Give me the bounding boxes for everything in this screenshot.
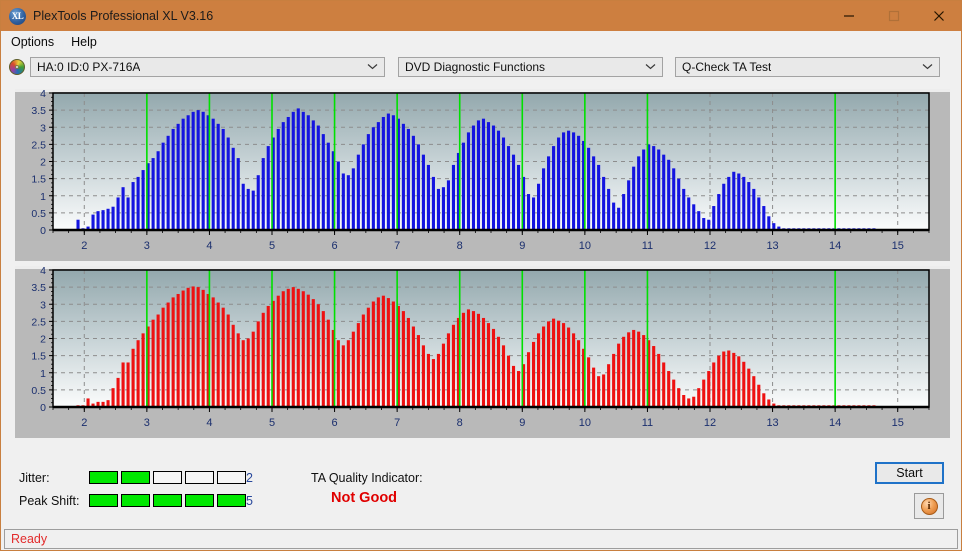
svg-text:13: 13 (766, 417, 778, 429)
svg-text:6: 6 (332, 417, 338, 429)
disc-icon (9, 58, 25, 75)
info-icon: i (920, 497, 938, 515)
svg-text:4: 4 (40, 266, 46, 277)
close-icon[interactable] (916, 1, 961, 31)
ta-quality-label: TA Quality Indicator: (311, 471, 423, 485)
svg-text:0: 0 (40, 225, 46, 237)
svg-text:3: 3 (40, 122, 46, 134)
svg-text:8: 8 (457, 240, 463, 252)
svg-text:7: 7 (394, 417, 400, 429)
chevron-down-icon (645, 58, 656, 76)
svg-text:11: 11 (642, 240, 653, 252)
maximize-icon[interactable] (871, 1, 916, 31)
window-controls (826, 1, 961, 31)
start-button[interactable]: Start (875, 462, 944, 484)
svg-text:2: 2 (40, 157, 46, 169)
meter-segment (121, 494, 150, 507)
meter-segment (121, 471, 150, 484)
chevron-down-icon (922, 58, 933, 76)
function-select-value: DVD Diagnostic Functions (405, 59, 546, 74)
svg-text:10: 10 (579, 240, 591, 252)
svg-text:15: 15 (892, 417, 904, 429)
chart-svg-leading-edge: 0 0.5 1 1.5 2 2.5 3 3.5 4 2 3 4 5 6 7 8 9 10 11 12 13 14 15 (15, 89, 950, 261)
svg-text:9: 9 (519, 417, 525, 429)
meter-segment (153, 494, 182, 507)
svg-text:0.5: 0.5 (31, 208, 46, 220)
svg-text:4: 4 (40, 89, 46, 100)
jitter-value: 2 (246, 471, 253, 485)
svg-text:1.5: 1.5 (31, 174, 46, 186)
svg-text:7: 7 (394, 240, 400, 252)
svg-text:0: 0 (40, 402, 46, 414)
svg-text:2.5: 2.5 (31, 139, 46, 151)
test-select[interactable]: Q-Check TA Test (675, 56, 940, 77)
peak-shift-value: 5 (246, 494, 253, 508)
test-select-value: Q-Check TA Test (682, 59, 772, 74)
ta-quality-value: Not Good (331, 490, 398, 506)
svg-text:12: 12 (704, 240, 716, 252)
svg-text:2: 2 (40, 334, 46, 346)
svg-text:2.5: 2.5 (31, 316, 46, 328)
jitter-meter (89, 471, 246, 484)
menu-item-help[interactable]: Help (64, 33, 104, 51)
svg-text:9: 9 (519, 240, 525, 252)
meter-segment (217, 494, 246, 507)
svg-text:5: 5 (269, 240, 275, 252)
svg-text:15: 15 (892, 240, 904, 252)
function-select[interactable]: DVD Diagnostic Functions (398, 56, 663, 77)
svg-text:14: 14 (829, 240, 841, 252)
chart-plot-trailing-edge: 0 0.5 1 1.5 2 2.5 3 3.5 4 2 3 4 5 6 7 8 9 10 11 12 13 14 15 (15, 266, 950, 438)
svg-text:3.5: 3.5 (31, 282, 46, 294)
drive-select-value: HA:0 ID:0 PX-716A (37, 59, 141, 74)
svg-text:1: 1 (40, 191, 46, 203)
svg-text:14: 14 (829, 417, 841, 429)
meter-segment (153, 471, 182, 484)
svg-text:13: 13 (766, 240, 778, 252)
menu-bar: Options Help (1, 31, 961, 53)
drive-select[interactable]: HA:0 ID:0 PX-716A (30, 56, 385, 77)
svg-text:6: 6 (332, 240, 338, 252)
chart-plot-leading-edge: 0 0.5 1 1.5 2 2.5 3 3.5 4 2 3 4 5 6 7 8 9 10 11 12 13 14 15 (15, 89, 950, 261)
meter-segment (185, 471, 214, 484)
minimize-icon[interactable] (826, 1, 871, 31)
peak-shift-label: Peak Shift: (19, 494, 80, 508)
peak-shift-meter (89, 494, 246, 507)
jitter-label: Jitter: (19, 471, 50, 485)
chevron-down-icon (367, 58, 378, 76)
svg-text:4: 4 (206, 240, 212, 252)
svg-text:3: 3 (144, 417, 150, 429)
app-window: XL PlexTools Professional XL V3.16 Optio… (0, 0, 962, 551)
svg-text:11: 11 (642, 417, 653, 429)
svg-text:2: 2 (81, 240, 87, 252)
toolbar: HA:0 ID:0 PX-716A DVD Diagnostic Functio… (1, 53, 961, 80)
info-button[interactable]: i (914, 493, 944, 519)
window-title: PlexTools Professional XL V3.16 (33, 9, 214, 23)
chart-svg-trailing-edge: 0 0.5 1 1.5 2 2.5 3 3.5 4 2 3 4 5 6 7 8 9 10 11 12 13 14 15 (15, 266, 950, 438)
chart-panel-leading-edge: 0 0.5 1 1.5 2 2.5 3 3.5 4 2 3 4 5 6 7 8 9 10 11 12 13 14 15 (15, 89, 950, 261)
meter-segment (89, 494, 118, 507)
app-logo-icon: XL (9, 7, 26, 25)
title-bar: XL PlexTools Professional XL V3.16 (1, 1, 961, 31)
chart-panel-trailing-edge: 0 0.5 1 1.5 2 2.5 3 3.5 4 2 3 4 5 6 7 8 9 10 11 12 13 14 15 (15, 266, 950, 438)
svg-text:12: 12 (704, 417, 716, 429)
svg-text:2: 2 (81, 417, 87, 429)
svg-text:3: 3 (40, 299, 46, 311)
status-bar: Ready (4, 529, 958, 549)
svg-text:10: 10 (579, 417, 591, 429)
meter-segment (89, 471, 118, 484)
svg-text:1.5: 1.5 (31, 351, 46, 363)
status-text: Ready (11, 532, 48, 546)
svg-text:3: 3 (144, 240, 150, 252)
menu-item-options[interactable]: Options (4, 33, 61, 51)
meter-segment (217, 471, 246, 484)
svg-text:4: 4 (206, 417, 212, 429)
svg-text:0.5: 0.5 (31, 385, 46, 397)
svg-text:3.5: 3.5 (31, 105, 46, 117)
meter-segment (185, 494, 214, 507)
svg-text:8: 8 (457, 417, 463, 429)
svg-text:5: 5 (269, 417, 275, 429)
svg-text:1: 1 (40, 368, 46, 380)
